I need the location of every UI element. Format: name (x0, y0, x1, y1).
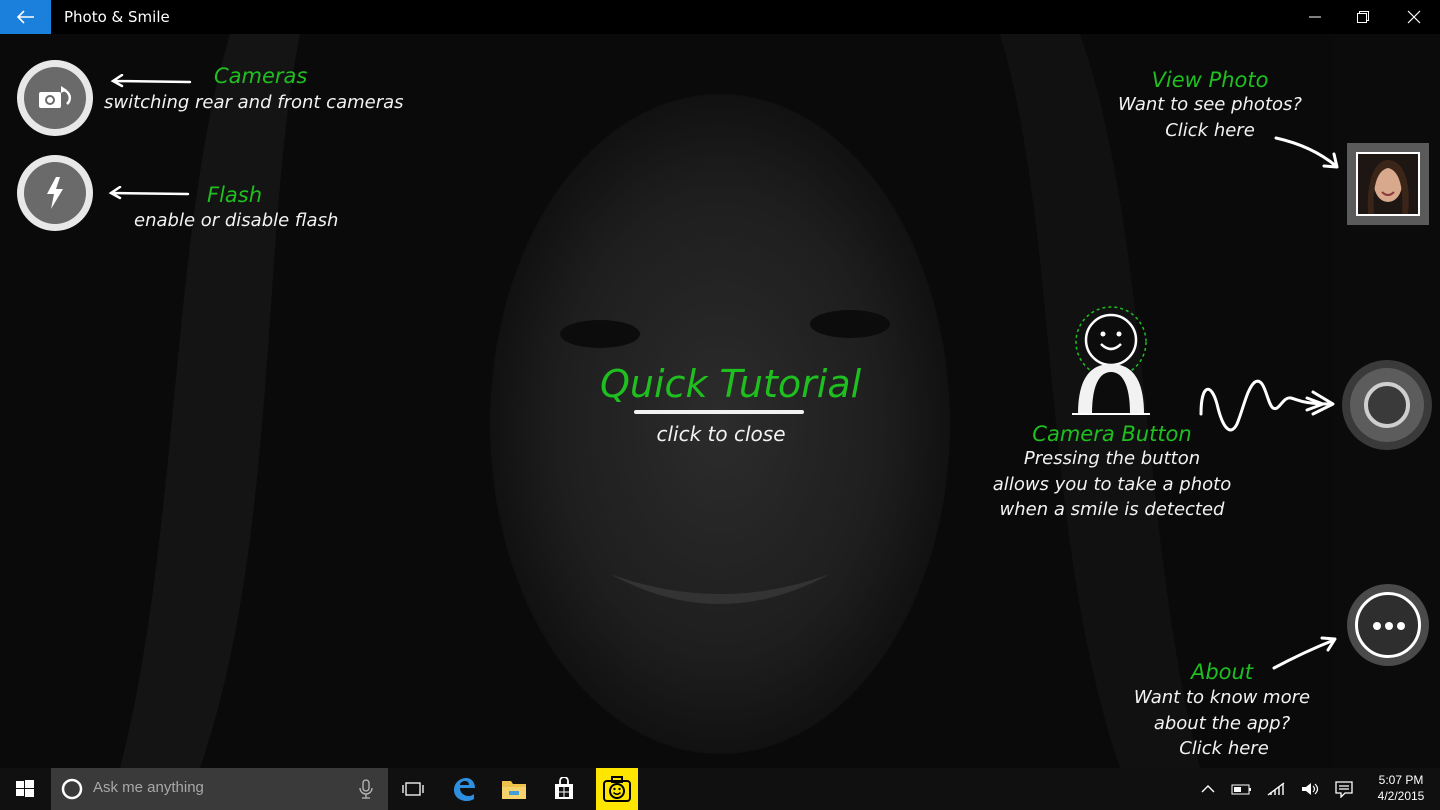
store-taskbar-button[interactable] (543, 768, 585, 810)
photo-smile-app-icon (603, 776, 631, 802)
close-icon (1407, 10, 1421, 24)
taskbar: Ask me anything 5:07 PM 4/2/2015 (0, 768, 1440, 810)
battery-icon (1231, 784, 1251, 795)
cameras-tip-description: switching rear and front cameras (104, 92, 404, 113)
clock[interactable]: 5:07 PM 4/2/2015 (1372, 772, 1430, 804)
action-center-button[interactable] (1324, 768, 1364, 810)
switch-camera-icon (39, 86, 72, 108)
about-tip-line3: Click here (1179, 738, 1269, 759)
flash-tip-description: enable or disable flash (134, 210, 339, 231)
about-tip-heading: About (1190, 660, 1254, 684)
capture-button[interactable] (1342, 360, 1432, 450)
capture-button-inner-ring (1364, 382, 1410, 428)
search-placeholder: Ask me anything (93, 779, 204, 796)
camera-button-tip-heading: Camera Button (1032, 422, 1192, 446)
view-photo-button[interactable] (1347, 143, 1429, 225)
clock-time: 5:07 PM (1378, 773, 1424, 787)
tutorial-overlay[interactable]: Cameras switching rear and front cameras… (0, 34, 1440, 768)
flash-tip-heading: Flash (207, 183, 263, 207)
back-button[interactable] (0, 0, 51, 34)
camera-button-tip-line3: when a smile is detected (999, 499, 1225, 520)
more-dots-icon (1373, 622, 1405, 630)
flash-arrow (108, 186, 190, 200)
cameras-tip-heading: Cameras (214, 64, 308, 88)
tutorial-title: Quick Tutorial (600, 362, 862, 406)
restore-icon (1357, 11, 1369, 23)
clock-date: 4/2/2015 (1377, 789, 1425, 803)
minimize-button[interactable] (1290, 0, 1340, 34)
smiley-figure-illustration (1072, 306, 1150, 415)
tutorial-title-underline (634, 410, 804, 414)
start-icon (16, 780, 34, 797)
close-button[interactable] (1389, 0, 1439, 34)
title-bar: Photo & Smile (0, 0, 1440, 34)
restore-button[interactable] (1338, 0, 1388, 34)
view-photo-tip-line1: Want to see photos? (1118, 94, 1302, 115)
edge-icon (454, 778, 475, 801)
action-center-icon (1335, 781, 1353, 798)
store-icon (555, 777, 573, 799)
cameras-arrow (110, 74, 192, 88)
portrait-thumbnail-icon (1358, 154, 1418, 214)
cortana-icon (61, 778, 83, 800)
switch-camera-button[interactable] (17, 60, 93, 136)
camera-button-tip-line1: Pressing the button (1023, 448, 1201, 469)
about-tip-line2: about the app? (1153, 713, 1291, 734)
window-title: Photo & Smile (64, 8, 170, 26)
about-button[interactable] (1347, 584, 1429, 666)
edge-taskbar-button[interactable] (443, 768, 485, 810)
show-hidden-icons-icon (1201, 785, 1215, 793)
wifi-icon (1267, 782, 1285, 796)
back-arrow-icon (16, 10, 34, 24)
view-photo-tip-heading: View Photo (1151, 68, 1269, 92)
volume-icon (1302, 783, 1319, 795)
last-photo-thumbnail (1356, 152, 1420, 216)
tutorial-close-hint[interactable]: click to close (620, 422, 822, 446)
start-button[interactable] (4, 768, 46, 810)
flash-icon (47, 177, 63, 209)
task-view-icon (402, 782, 424, 796)
microphone-icon[interactable] (359, 779, 373, 799)
file-explorer-icon (502, 781, 526, 799)
camera-button-tip-line2: allows you to take a photo (992, 474, 1232, 495)
task-view-button[interactable] (392, 768, 434, 810)
file-explorer-taskbar-button[interactable] (493, 768, 535, 810)
search-box[interactable]: Ask me anything (51, 768, 388, 810)
photo-smile-taskbar-button[interactable] (596, 768, 638, 810)
minimize-icon (1309, 16, 1321, 18)
flash-button[interactable] (17, 155, 93, 231)
about-tip-line1: Want to know more (1133, 687, 1311, 708)
view-photo-arrow (1274, 136, 1339, 169)
camera-button-squiggle-arrow (1199, 379, 1335, 432)
